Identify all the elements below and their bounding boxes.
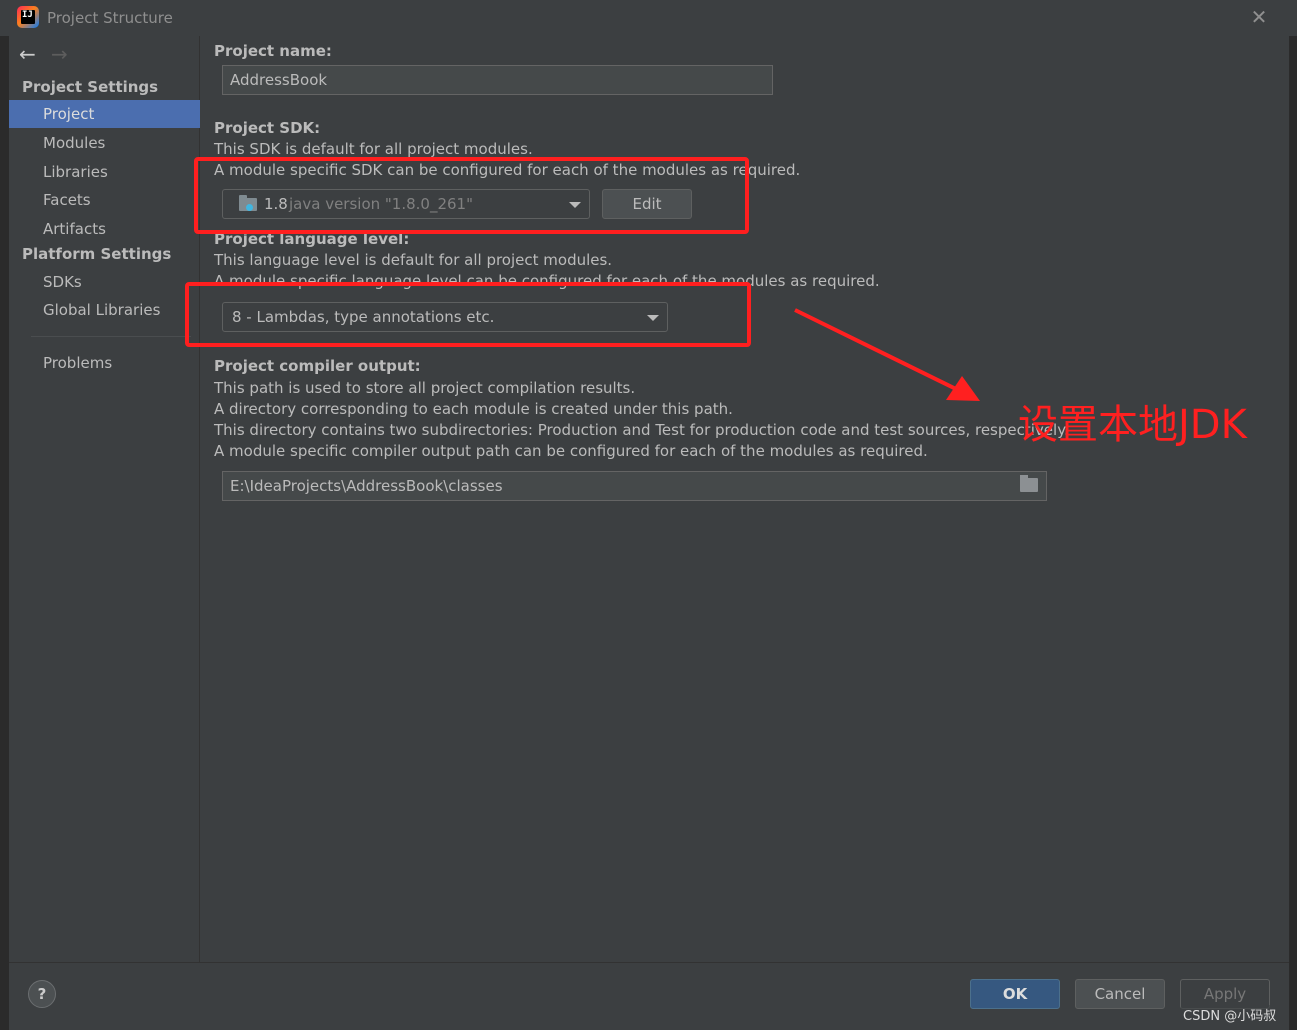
dialog-footer: ? OK Cancel Apply CSDN @小码叔 <box>9 962 1289 1030</box>
compiler-output-desc1: This path is used to store all project c… <box>214 379 636 397</box>
compiler-output-path-input[interactable]: E:\IdeaProjects\AddressBook\classes <box>222 471 1047 501</box>
browse-folder-icon[interactable] <box>1020 475 1038 492</box>
language-level-desc1: This language level is default for all p… <box>214 251 613 269</box>
sidebar-item-project[interactable]: Project <box>9 100 200 128</box>
sidebar-item-sdks[interactable]: SDKs <box>9 268 200 296</box>
ok-button[interactable]: OK <box>970 979 1060 1009</box>
sidebar-divider <box>31 336 191 337</box>
back-arrow-icon[interactable]: ← <box>19 42 36 66</box>
project-sdk-desc1: This SDK is default for all project modu… <box>214 140 533 158</box>
window-title: Project Structure <box>47 9 173 27</box>
language-level-highlight-box <box>185 282 751 347</box>
annotation-arrow-icon <box>794 308 980 401</box>
sidebar-item-modules[interactable]: Modules <box>9 129 200 157</box>
platform-settings-header: Platform Settings <box>22 245 172 263</box>
close-icon[interactable]: ✕ <box>1250 7 1268 27</box>
csdn-watermark: CSDN @小码叔 <box>1181 1005 1279 1024</box>
sidebar-item-global-libraries[interactable]: Global Libraries <box>9 296 200 324</box>
right-window-edge <box>1289 36 1297 1030</box>
project-name-input[interactable]: AddressBook <box>222 65 773 95</box>
compiler-output-label: Project compiler output: <box>214 357 421 375</box>
compiler-output-desc2: A directory corresponding to each module… <box>214 400 733 418</box>
compiler-output-desc3: This directory contains two subdirectori… <box>214 421 1069 439</box>
help-icon[interactable]: ? <box>28 980 56 1008</box>
annotation-text: 设置本地JDK <box>1018 402 1247 448</box>
sdk-highlight-box <box>194 157 749 234</box>
left-window-edge <box>0 36 9 1030</box>
forward-arrow-icon[interactable]: → <box>51 42 68 66</box>
compiler-output-path: E:\IdeaProjects\AddressBook\classes <box>230 477 503 495</box>
title-bar: IJ Project Structure ✕ <box>0 0 1297 36</box>
compiler-output-desc4: A module specific compiler output path c… <box>214 442 928 460</box>
sidebar-item-artifacts[interactable]: Artifacts <box>9 215 200 243</box>
sidebar-item-problems[interactable]: Problems <box>9 349 200 377</box>
project-settings-header: Project Settings <box>22 78 159 96</box>
intellij-app-icon: IJ <box>17 6 39 28</box>
settings-sidebar: ← → Project Settings Project Modules Lib… <box>9 36 200 962</box>
cancel-button[interactable]: Cancel <box>1075 979 1165 1009</box>
project-sdk-label: Project SDK: <box>214 119 321 137</box>
sidebar-item-libraries[interactable]: Libraries <box>9 158 200 186</box>
project-name-label: Project name: <box>214 42 332 60</box>
sidebar-item-facets[interactable]: Facets <box>9 186 200 214</box>
